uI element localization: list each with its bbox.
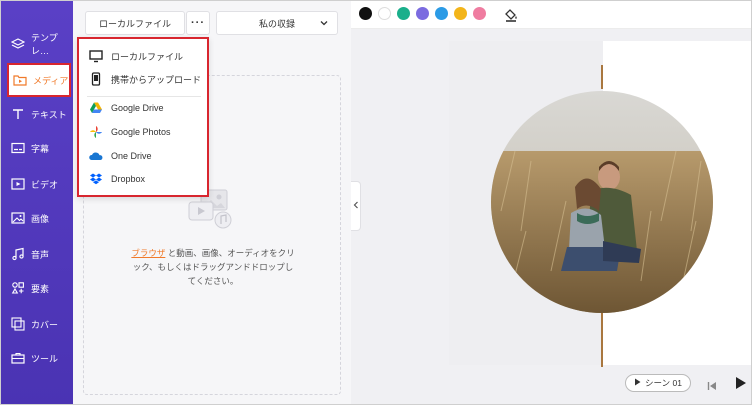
google-photos-icon (89, 125, 103, 139)
sidebar-item-label: カバー (31, 319, 59, 330)
sidebar-item-label: メディア (33, 75, 69, 86)
more-options-button[interactable]: ··· (186, 11, 210, 35)
sidebar-item-text[interactable]: テキスト (1, 97, 73, 131)
music-icon (11, 247, 25, 261)
toolbox-icon (11, 351, 25, 365)
frame-line-top (601, 65, 603, 89)
menu-item-local-file[interactable]: ローカルファイル (89, 47, 183, 65)
upload-source-menu: ローカルファイル 携帯からアップロード Google Drive Google … (77, 37, 209, 197)
sidebar-item-elements[interactable]: 要素 (1, 271, 73, 305)
color-swatch-purple[interactable] (416, 7, 429, 20)
video-icon (11, 177, 25, 191)
subtitle-icon (11, 141, 25, 155)
menu-item-label: Dropbox (111, 174, 146, 184)
phone-icon (89, 72, 103, 86)
menu-item-label: One Drive (111, 151, 152, 161)
color-swatch-white[interactable] (378, 7, 391, 20)
sidebar-item-label: テンプレ… (31, 33, 58, 56)
scene-selector[interactable]: シーン 01 (625, 374, 691, 392)
fill-bucket-icon[interactable] (503, 7, 519, 28)
menu-item-dropbox[interactable]: Dropbox (89, 170, 145, 188)
sidebar-item-tools[interactable]: ツール (1, 341, 73, 375)
sidebar-item-label: 音声 (31, 249, 50, 260)
color-swatch-teal[interactable] (397, 7, 410, 20)
menu-item-google-photos[interactable]: Google Photos (89, 123, 171, 141)
frame-line-bottom (601, 313, 603, 371)
cover-icon (11, 317, 25, 331)
menu-divider (87, 96, 201, 97)
browse-link[interactable]: ブラウザ (131, 248, 165, 258)
chevron-down-icon (319, 18, 329, 30)
color-swatch-yellow[interactable] (454, 7, 467, 20)
sidebar-item-images[interactable]: 画像 (1, 201, 73, 235)
media-folder-icon (13, 73, 27, 87)
sidebar-item-cover[interactable]: カバー (1, 307, 73, 341)
elements-icon (11, 281, 25, 295)
dropbox-icon (89, 172, 103, 186)
dropzone-text-line3: てください。 (187, 276, 239, 286)
collection-select-label: 私の収録 (258, 18, 295, 29)
sidebar-item-label: ビデオ (31, 179, 59, 190)
play-small-icon (634, 378, 641, 388)
circular-photo[interactable] (491, 91, 713, 313)
app-window: テンプレ… メディア テキスト 字幕 ビデオ 画像 音声 要素 カバー ツール … (0, 0, 752, 405)
menu-item-onedrive[interactable]: One Drive (89, 147, 152, 165)
google-drive-icon (89, 101, 103, 115)
sidebar-item-templates[interactable]: テンプレ… (1, 27, 73, 61)
onedrive-icon (89, 149, 103, 163)
monitor-icon (89, 49, 103, 63)
layers-icon (11, 37, 25, 51)
dropzone-text-line2: ック、もしくはドラッグアンドドロップし (132, 262, 294, 272)
sidebar-item-label: 字幕 (31, 143, 50, 154)
chevron-left-icon (353, 201, 359, 211)
menu-item-label: Google Drive (111, 103, 164, 113)
editor-workspace: シーン 01 (351, 1, 751, 404)
sidebar-item-subtitles[interactable]: 字幕 (1, 131, 73, 165)
menu-item-label: 携帯からアップロード (111, 74, 202, 85)
play-icon[interactable] (735, 376, 747, 395)
color-swatch-black[interactable] (359, 7, 372, 20)
dropzone-text-line1: と動画、画像、オーディオをクリ (165, 248, 295, 258)
collection-select[interactable]: 私の収録 (216, 11, 338, 35)
menu-item-label: ローカルファイル (111, 51, 184, 62)
menu-item-label: Google Photos (111, 127, 171, 137)
sidebar-item-label: 画像 (31, 213, 50, 224)
menu-item-google-drive[interactable]: Google Drive (89, 99, 164, 117)
playback-bar: シーン 01 (351, 367, 751, 404)
local-file-button[interactable]: ローカルファイル (85, 11, 185, 35)
sidebar-item-audio[interactable]: 音声 (1, 237, 73, 271)
scene-label: シーン 01 (645, 378, 682, 388)
collapse-panel-button[interactable] (351, 181, 361, 231)
color-swatch-pink[interactable] (473, 7, 486, 20)
couple-in-grass-photo (491, 91, 713, 313)
skip-back-icon[interactable] (707, 378, 717, 396)
dropzone-instructions: ブラウザ と動画、画像、オーディオをクリ ック、もしくはドラッグアンドドロップし… (94, 246, 332, 288)
sidebar-item-label: テキスト (31, 109, 67, 120)
sidebar-item-video[interactable]: ビデオ (1, 167, 73, 201)
menu-item-phone-upload[interactable]: 携帯からアップロード (89, 70, 201, 88)
color-swatch-blue[interactable] (435, 7, 448, 20)
color-toolbar (351, 1, 751, 29)
sidebar: テンプレ… メディア テキスト 字幕 ビデオ 画像 音声 要素 カバー ツール (1, 1, 73, 404)
sidebar-item-label: 要素 (31, 283, 50, 294)
text-icon (11, 107, 25, 121)
image-icon (11, 211, 25, 225)
sidebar-item-label: ツール (31, 353, 59, 364)
sidebar-item-media[interactable]: メディア (7, 63, 71, 97)
